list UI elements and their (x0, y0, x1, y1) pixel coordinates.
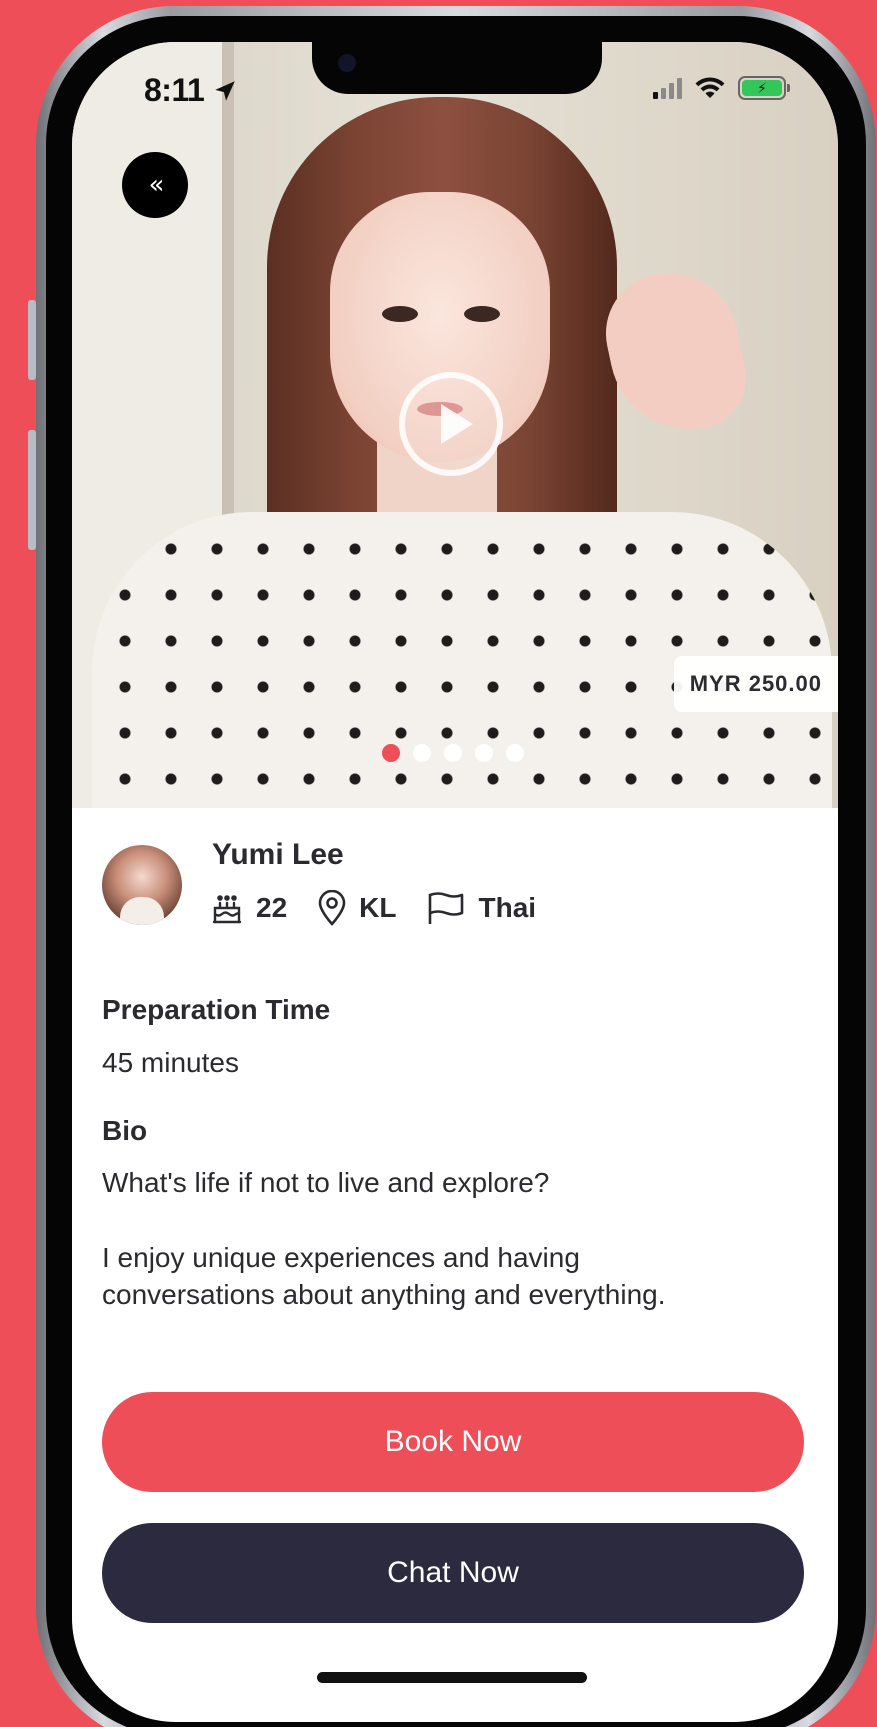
carousel-dot-1[interactable] (382, 744, 400, 762)
front-camera (338, 54, 356, 72)
price-tag: MYR 250.00 (673, 656, 838, 712)
price-text: MYR 250.00 (689, 671, 822, 696)
chat-now-label: Chat Now (387, 1556, 519, 1589)
carousel-dot-3[interactable] (444, 744, 462, 762)
wifi-icon (695, 77, 725, 98)
photo-subject-hand (594, 260, 756, 444)
avatar[interactable] (102, 845, 182, 925)
status-time-text: 8:11 (144, 72, 205, 108)
book-now-button[interactable]: Book Now (102, 1392, 804, 1492)
flag-icon (429, 892, 464, 924)
bio-label: Bio (102, 1115, 148, 1146)
book-now-label: Book Now (384, 1425, 522, 1458)
play-icon (441, 404, 473, 444)
side-button-volume-up (28, 430, 36, 550)
carousel-dot-5[interactable] (506, 744, 524, 762)
location-pin-icon (318, 890, 346, 926)
age-item: 22 (210, 891, 287, 925)
preparation-time-value: 45 minutes (102, 1047, 239, 1078)
photo-subject-eye-right (464, 306, 500, 322)
status-bar-time: 8:11 (144, 72, 238, 109)
preparation-time-label: Preparation Time (102, 994, 331, 1025)
back-button[interactable]: « (122, 152, 188, 218)
battery-charging-icon: ⚡ (738, 76, 790, 100)
bio-line-2: I enjoy unique experiences and having (102, 1242, 580, 1273)
location-arrow-icon (215, 80, 236, 101)
birthday-cake-icon (212, 895, 242, 924)
carousel-pagination (382, 744, 524, 762)
location-item: KL (317, 890, 396, 926)
side-button-mute (28, 300, 36, 380)
language-text: Thai (478, 892, 537, 923)
bio-line-1: What's life if not to live and explore? (102, 1167, 550, 1198)
home-indicator[interactable] (317, 1672, 587, 1683)
signal-icon (653, 77, 682, 99)
profile-name: Yumi Lee (212, 838, 344, 871)
play-video-button[interactable] (399, 372, 503, 476)
device-notch (312, 42, 602, 94)
carousel-dot-4[interactable] (475, 744, 493, 762)
chat-now-button[interactable]: Chat Now (102, 1523, 804, 1623)
age-text: 22 (256, 892, 288, 923)
location-text: KL (359, 892, 397, 923)
status-bar-indicators: ⚡ (653, 76, 790, 100)
bio-line-3: conversations about anything and everyth… (102, 1279, 666, 1310)
back-chevrons-icon: « (148, 170, 165, 200)
carousel-dot-2[interactable] (413, 744, 431, 762)
app-screen: « MYR 250.00 8:11 ⚡ Yumi Lee 22 KL Thai … (72, 42, 838, 1722)
profile-meta-row: 22 KL Thai (210, 890, 566, 926)
language-item: Thai (426, 890, 536, 926)
profile-photo-carousel[interactable]: « MYR 250.00 (72, 42, 838, 808)
photo-subject-eye-left (382, 306, 418, 322)
